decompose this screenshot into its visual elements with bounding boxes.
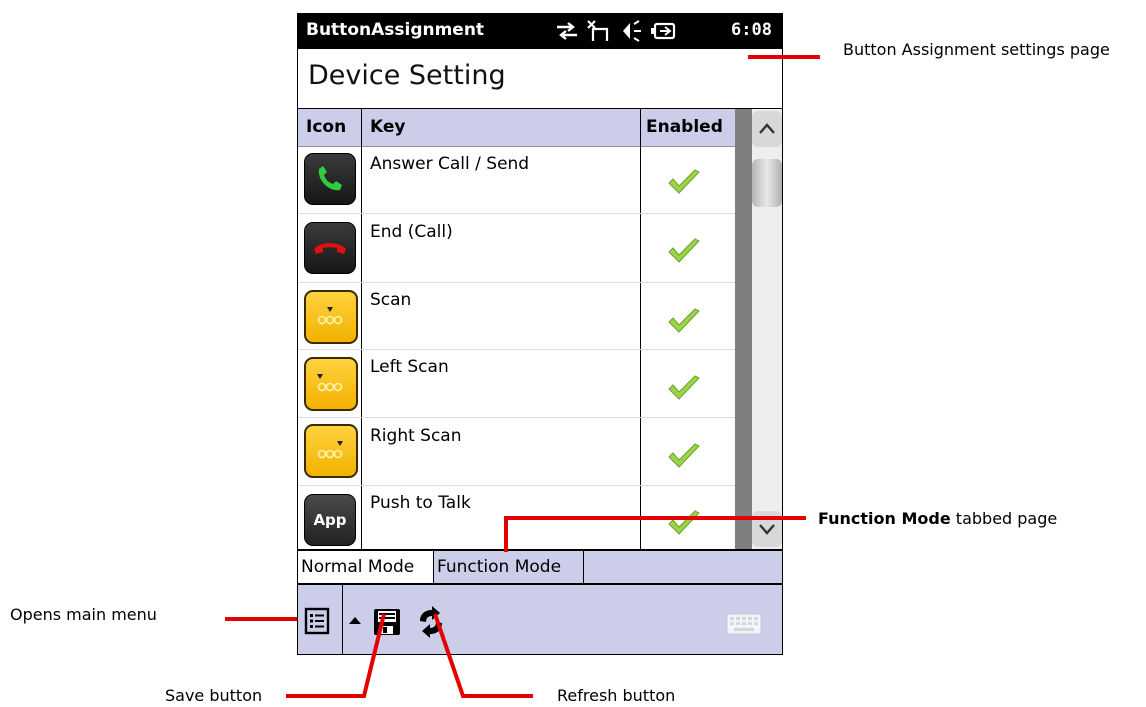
app-icon: App <box>304 494 356 546</box>
enabled-check-icon[interactable] <box>666 237 702 265</box>
button-table: Icon Key Enabled Answer Call / Send End … <box>298 109 735 549</box>
annotation-main-menu: Opens main menu <box>10 605 157 624</box>
enabled-check-icon[interactable] <box>666 442 702 470</box>
chevron-up-icon <box>759 123 775 134</box>
annotation-function-mode: Function Mode tabbed page <box>818 506 1138 532</box>
callout-line <box>748 55 820 59</box>
column-header-enabled[interactable]: Enabled <box>646 117 723 137</box>
annotation-function-mode-rest: tabbed page <box>955 509 1058 528</box>
key-label: End (Call) <box>370 222 453 242</box>
page-title: Device Setting <box>308 60 506 91</box>
scroll-thumb[interactable] <box>752 159 782 207</box>
enabled-check-icon[interactable] <box>666 168 702 196</box>
annotation-settings-page: Button Assignment settings page <box>843 40 1110 59</box>
app-icon-label: App <box>313 511 347 529</box>
scan-icon <box>304 290 358 344</box>
table-row[interactable]: Left Scan <box>298 350 735 417</box>
status-bar: ButtonAssignment 6:08 <box>298 14 782 49</box>
annotation-function-mode-bold: Function Mode <box>818 509 951 528</box>
scroll-up-button[interactable] <box>752 111 782 147</box>
callout-line <box>286 613 386 698</box>
vertical-scrollbar[interactable] <box>735 109 782 549</box>
app-title: ButtonAssignment <box>306 20 485 40</box>
table-row[interactable]: End (Call) <box>298 214 735 281</box>
key-label: Push to Talk <box>370 493 471 513</box>
table-row[interactable]: Right Scan <box>298 418 735 485</box>
battery-charging-icon[interactable] <box>650 19 676 43</box>
table-header: Icon Key Enabled <box>298 109 735 147</box>
column-header-icon[interactable]: Icon <box>306 117 346 137</box>
volume-muted-icon[interactable] <box>618 19 644 43</box>
key-label: Left Scan <box>370 357 449 377</box>
annotation-refresh: Refresh button <box>557 686 676 705</box>
phone-answer-icon <box>304 153 356 205</box>
table-row[interactable]: Scan <box>298 283 735 349</box>
mode-tabs: Normal Mode Function Mode <box>298 549 782 585</box>
callout-line <box>504 516 508 552</box>
key-label: Right Scan <box>370 426 462 446</box>
phone-end-icon <box>304 222 356 274</box>
enabled-check-icon[interactable] <box>666 307 702 335</box>
keyboard-icon[interactable] <box>726 613 762 635</box>
no-signal-icon[interactable] <box>586 19 612 43</box>
tab-function-mode[interactable]: Function Mode <box>434 551 584 583</box>
left-scan-icon <box>304 357 358 411</box>
key-label: Answer Call / Send <box>370 154 530 174</box>
enabled-check-icon[interactable] <box>666 509 702 537</box>
enabled-check-icon[interactable] <box>666 374 702 402</box>
clock[interactable]: 6:08 <box>731 20 772 40</box>
key-label: Scan <box>370 290 412 310</box>
tab-normal-mode[interactable]: Normal Mode <box>298 551 434 583</box>
right-scan-icon <box>304 424 358 478</box>
column-header-key[interactable]: Key <box>370 117 406 137</box>
callout-line <box>504 516 806 520</box>
callout-line <box>433 613 533 698</box>
table-row[interactable]: Answer Call / Send <box>298 146 735 213</box>
connectivity-icon[interactable] <box>554 19 580 43</box>
annotation-save: Save button <box>165 686 263 705</box>
device-screen: ButtonAssignment 6:08 Device Setting Ico… <box>297 13 783 655</box>
